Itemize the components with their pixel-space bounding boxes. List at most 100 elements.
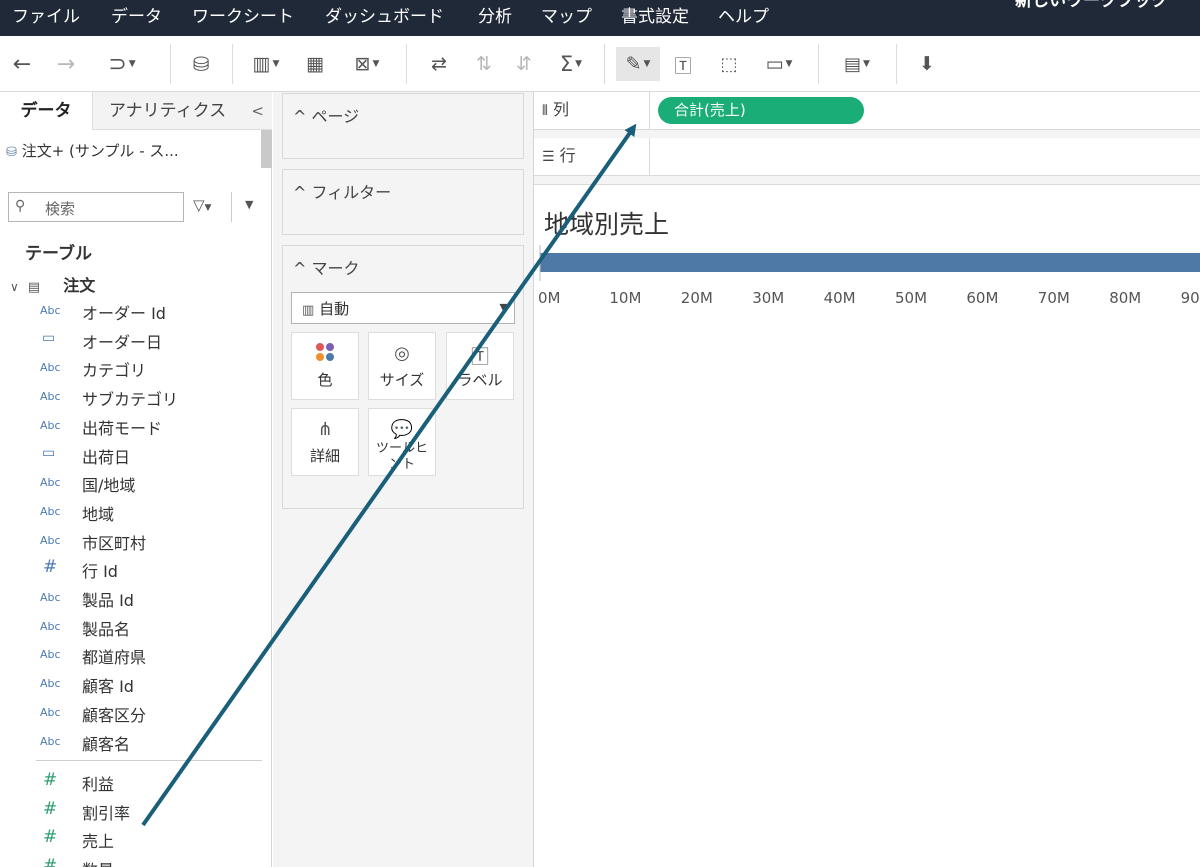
field-item[interactable]: Abc 国/地域 (0, 469, 260, 497)
field-item[interactable]: ▭ 出荷日 (0, 441, 260, 469)
data-pane: データ アナリティクス < ⛁ 注文+ (サンプル - ス... ⚲ 検索 ▽▼… (0, 92, 272, 867)
field-item[interactable]: Abc 出荷モード (0, 412, 260, 440)
new-datasource-icon[interactable]: ⛁ (186, 47, 216, 81)
field-name: 利益 (82, 775, 115, 794)
label-button[interactable]: 🅃 ラベル (446, 332, 514, 400)
sort-ascending-icon[interactable]: ⇅ (470, 47, 498, 81)
menu-format[interactable]: 書式設定 (621, 0, 689, 36)
table-name: 注文 (63, 276, 96, 295)
field-item[interactable]: # 利益 (0, 768, 260, 796)
field-item[interactable]: Abc 地域 (0, 498, 260, 526)
format-icon[interactable]: ⬚ (714, 47, 744, 81)
expand-icon[interactable]: ∨ (10, 280, 19, 294)
clear-sheet-icon[interactable]: ⊠ ▼ (346, 47, 388, 81)
collapse-card-icon[interactable]: ^ (293, 107, 312, 126)
present-icon[interactable]: ⬇ (912, 47, 942, 81)
redo-icon[interactable]: ⊃ ▼ (94, 47, 150, 81)
field-name: サブカテゴリ (82, 390, 179, 410)
columns-pill[interactable]: 合計(売上) (658, 97, 864, 124)
tooltip-label: ツールヒント (375, 441, 428, 472)
field-item[interactable]: Abc 製品名 (0, 613, 260, 641)
totals-icon[interactable]: Σ ▼ (552, 47, 590, 81)
color-button[interactable]: 色 (291, 332, 359, 400)
mark-type-select[interactable]: ▥ 自動 ▼ (291, 292, 515, 324)
field-name: 顧客名 (82, 734, 131, 754)
back-icon[interactable]: ← (8, 47, 36, 81)
bar[interactable] (540, 253, 1200, 272)
field-item[interactable]: # 割引率 (0, 797, 260, 825)
rows-shelf[interactable]: ☰ 行 (534, 138, 1200, 176)
field-item[interactable]: Abc カテゴリ (0, 354, 260, 382)
table-item[interactable]: ∨ ▤ 注文 (10, 272, 95, 296)
field-name: 国/地域 (82, 476, 136, 496)
tab-analytics[interactable]: アナリティクス < (92, 92, 272, 130)
field-item[interactable]: Abc 顧客 Id (0, 670, 260, 698)
detail-icon: ⋔ (317, 419, 333, 440)
workbook-title: 新しいワークブック (1015, 0, 1168, 11)
field-item[interactable]: ▭ オーダー日 (0, 326, 260, 354)
field-item[interactable]: Abc 都道府県 (0, 641, 260, 669)
tooltip-button[interactable]: 💬 ツールヒント (368, 408, 436, 476)
field-item[interactable]: Abc オーダー Id (0, 297, 260, 325)
field-name: 市区町村 (82, 533, 147, 553)
menu-dashboard[interactable]: ダッシュボード (325, 0, 444, 36)
highlight-icon[interactable]: ✎ ▼ (616, 47, 660, 81)
menu-worksheet[interactable]: ワークシート (192, 0, 294, 36)
fit-icon[interactable]: ▭ ▼ (756, 47, 802, 81)
number-icon: # (43, 827, 58, 848)
string-icon: Abc (40, 619, 61, 633)
pages-card[interactable]: ^ ページ (282, 93, 524, 159)
label-icon[interactable]: 🅃 (668, 47, 698, 81)
duplicate-icon[interactable]: ▦ (300, 47, 330, 81)
toolbar: ← → ⊃ ▼ ⛁ ▥ ▼ ▦ ⊠ ▼ ⇄ ⇅ ⇵ Σ ▼ ✎ ▼ 🅃 ⬚ ▭ ▼ ▤ ▼ ⬇ (0, 36, 1200, 92)
pages-title: ページ (311, 107, 360, 126)
field-name: 割引率 (82, 803, 131, 823)
chevron-down-icon[interactable]: ▼ (245, 198, 253, 211)
menu-data[interactable]: データ (111, 0, 162, 36)
collapse-icon[interactable]: < (251, 92, 264, 130)
number-icon: # (43, 770, 58, 790)
x-tick-label: 0M (538, 289, 561, 307)
field-item[interactable]: Abc 顧客名 (0, 728, 260, 756)
columns-shelf[interactable]: ⫴ 列 合計(売上) (534, 92, 1200, 130)
detail-button[interactable]: ⋔ 詳細 (291, 408, 359, 476)
search-input[interactable]: ⚲ 検索 (8, 192, 184, 222)
x-tick-label: 80M (1109, 289, 1142, 307)
string-icon: Abc (40, 476, 61, 490)
x-tick-label: 10M (609, 289, 642, 307)
menu-analysis[interactable]: 分析 (478, 0, 512, 36)
string-icon: Abc (40, 418, 61, 432)
collapse-card-icon[interactable]: ^ (293, 183, 312, 202)
menu-map[interactable]: マップ (541, 0, 592, 36)
size-button[interactable]: ◎ サイズ (368, 332, 436, 400)
field-item[interactable]: Abc 市区町村 (0, 527, 260, 555)
sort-descending-icon[interactable]: ⇵ (510, 47, 538, 81)
field-item[interactable]: Abc サブカテゴリ (0, 383, 260, 411)
field-name: オーダー Id (82, 304, 166, 323)
chevron-down-icon: ▼ (499, 301, 508, 314)
tab-data[interactable]: データ (0, 92, 92, 130)
string-icon: Abc (40, 677, 61, 691)
datasource-icon: ⛁ (6, 145, 17, 160)
show-me-icon[interactable]: ▤ ▼ (834, 47, 880, 81)
datasource-name: 注文+ (サンプル - ス... (21, 142, 179, 160)
collapse-card-icon[interactable]: ^ (293, 259, 312, 278)
datasource-item[interactable]: ⛁ 注文+ (サンプル - ス... (6, 140, 179, 161)
search-icon: ⚲ (15, 198, 26, 214)
field-item[interactable]: Abc 製品 Id (0, 584, 260, 612)
filters-card[interactable]: ^ フィルター (282, 169, 524, 235)
new-worksheet-icon[interactable]: ▥ ▼ (246, 47, 286, 81)
field-item[interactable]: # 売上 (0, 825, 260, 853)
menu-help[interactable]: ヘルプ (718, 0, 769, 36)
field-item[interactable]: Abc 顧客区分 (0, 699, 260, 727)
forward-icon[interactable]: → (52, 47, 80, 81)
filter-icon[interactable]: ▽▼ (193, 196, 211, 214)
swap-icon[interactable]: ⇄ (424, 47, 454, 81)
filters-title: フィルター (311, 183, 392, 202)
field-item[interactable]: # 数量 (0, 854, 260, 867)
menu-file[interactable]: ファイル (12, 0, 80, 36)
mark-type-value: 自動 (319, 300, 350, 318)
scrollbar[interactable] (261, 130, 272, 168)
field-item[interactable]: # 行 Id (0, 555, 260, 583)
field-name: 出荷モード (82, 418, 163, 438)
